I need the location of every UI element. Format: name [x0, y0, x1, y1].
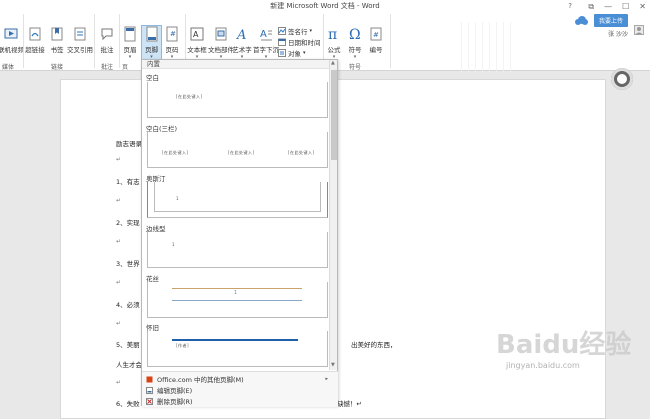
group-label-header-footer: 页: [122, 64, 129, 71]
symbol-icon: Ω: [349, 27, 361, 42]
svg-text:A: A: [193, 30, 199, 39]
group-separator: [390, 14, 391, 68]
datetime-button[interactable]: 日期和时间: [278, 37, 321, 47]
number-icon: #: [370, 27, 382, 41]
textbox-icon: A: [190, 27, 204, 41]
footer-option-sideline[interactable]: 1: [147, 232, 328, 268]
account-area: 我要上传: [574, 14, 628, 27]
retro-bar: [172, 339, 298, 341]
scrollbar-thumb[interactable]: [331, 70, 337, 160]
floating-circle-button[interactable]: [611, 68, 633, 90]
doc-line-5b: 人生才会: [116, 361, 142, 369]
gallery-item-label: 空白: [146, 74, 159, 82]
footer-icon: [146, 26, 157, 42]
header-icon: [124, 26, 136, 42]
chevron-down-icon: ▾: [353, 54, 357, 60]
cross-reference-button[interactable]: 交叉引用: [65, 26, 95, 54]
doc-line-2: 2、实现: [116, 219, 140, 227]
group-label-media: 媒体: [2, 64, 15, 71]
paragraph-mark: ↵: [116, 320, 122, 327]
svg-text:A: A: [236, 28, 246, 42]
group-label-comments: 批注: [101, 64, 114, 71]
equation-icon: π: [328, 27, 337, 42]
user-name[interactable]: 张 沙沙: [608, 29, 628, 38]
object-icon: [278, 49, 286, 57]
user-avatar-icon[interactable]: [634, 25, 644, 37]
datetime-icon: [278, 38, 286, 46]
gallery-scrollbar[interactable]: ▲ ▼: [329, 60, 337, 370]
title-bar: 新建 Microsoft Word 文档 - Word ? ⧉ — ☐ ✕: [0, 0, 650, 12]
remove-footer-item[interactable]: 删除页脚(R): [146, 396, 332, 406]
chevron-down-icon: ▾: [303, 50, 306, 56]
chevron-right-icon: ▸: [325, 376, 328, 382]
filigree-line: [172, 288, 302, 289]
paragraph-mark: ↵: [116, 238, 122, 245]
drop-cap-icon: A: [260, 29, 272, 41]
footer-option-blank[interactable]: [在此处键入]: [147, 82, 328, 118]
quick-parts-icon: [215, 27, 227, 41]
chevron-down-icon: ▾: [309, 28, 313, 34]
doc-line-6: 6、失败: [116, 400, 140, 408]
footer-option-austin[interactable]: 1: [147, 182, 328, 218]
more-footers-office-item[interactable]: Office.com 中的其他页脚(M) ▸: [146, 374, 332, 384]
edit-footer-icon: [146, 386, 153, 394]
comment-icon: [101, 28, 113, 41]
group-label-symbols: 符号: [349, 64, 362, 71]
svg-text:A: A: [260, 29, 267, 40]
number-button[interactable]: # 编号: [362, 26, 390, 54]
austin-frame: [154, 182, 321, 212]
hyperlink-icon: [29, 27, 41, 41]
paragraph-mark: ↵: [116, 197, 122, 204]
gallery-menu: Office.com 中的其他页脚(M) ▸ 编辑页脚(E) 删除页脚(R): [142, 371, 338, 407]
svg-text:#: #: [373, 31, 379, 39]
doc-line-1: 1、有志: [116, 178, 140, 186]
video-icon: [4, 28, 18, 39]
header-button[interactable]: 页眉 ▾: [116, 26, 144, 60]
signature-icon: [278, 27, 286, 35]
remove-footer-icon: [146, 397, 153, 405]
gallery-section-header: 内置: [142, 60, 331, 69]
footer-gallery-dropdown: 内置 ▲ ▼ 空白 [在此处键入] 空白(三栏) [在此处键入] [在此处键入]…: [141, 59, 338, 407]
filigree-line: [172, 300, 302, 301]
signature-line-button[interactable]: 签名行 ▾: [278, 26, 312, 36]
paragraph-mark: ↵: [116, 379, 122, 386]
svg-text:π: π: [328, 27, 337, 42]
edit-footer-item[interactable]: 编辑页脚(E): [146, 385, 332, 395]
help-icon[interactable]: ?: [568, 0, 572, 12]
cloud-upload-icon: [574, 15, 588, 25]
watermark-url: jingyan.baidu.com: [506, 361, 580, 370]
wordart-icon: A: [236, 28, 246, 42]
doc-line-4: 4、必须: [116, 301, 140, 309]
watermark-logo: Baidu经验: [496, 330, 632, 360]
object-button[interactable]: 对象 ▾: [278, 48, 306, 58]
group-label-links: 链接: [51, 64, 64, 71]
office-icon: [146, 376, 153, 382]
svg-text:#: #: [170, 30, 176, 38]
page-number-icon: #: [166, 26, 178, 42]
scroll-down-icon[interactable]: ▼: [331, 362, 335, 368]
doc-fragment: 缺憾！↵: [337, 400, 362, 408]
doc-fragment: 出美好的东西，: [351, 341, 397, 349]
window-title: 新建 Microsoft Word 文档 - Word: [270, 2, 380, 10]
cross-reference-icon: [74, 27, 86, 41]
bookmark-icon: [51, 27, 63, 41]
svg-text:Ω: Ω: [349, 27, 361, 42]
footer-option-retrospect[interactable]: [作者]: [147, 331, 328, 367]
paragraph-mark: ↵: [116, 156, 122, 163]
baidu-watermark: Baidu经验 jingyan.baidu.com: [496, 324, 631, 370]
doc-line-3: 3、世界: [116, 260, 140, 268]
footer-option-blank-three-col[interactable]: [在此处键入] [在此处键入] [在此处键入]: [147, 132, 328, 168]
upload-button[interactable]: 我要上传: [593, 14, 628, 27]
scroll-up-icon[interactable]: ▲: [331, 60, 335, 66]
doc-line-5: 5、美丽: [116, 341, 140, 349]
chevron-down-icon: ▾: [128, 54, 132, 60]
paragraph-mark: ↵: [116, 279, 122, 286]
doc-title: 励志语录: [116, 140, 142, 148]
footer-option-filigree[interactable]: 1: [147, 282, 328, 318]
